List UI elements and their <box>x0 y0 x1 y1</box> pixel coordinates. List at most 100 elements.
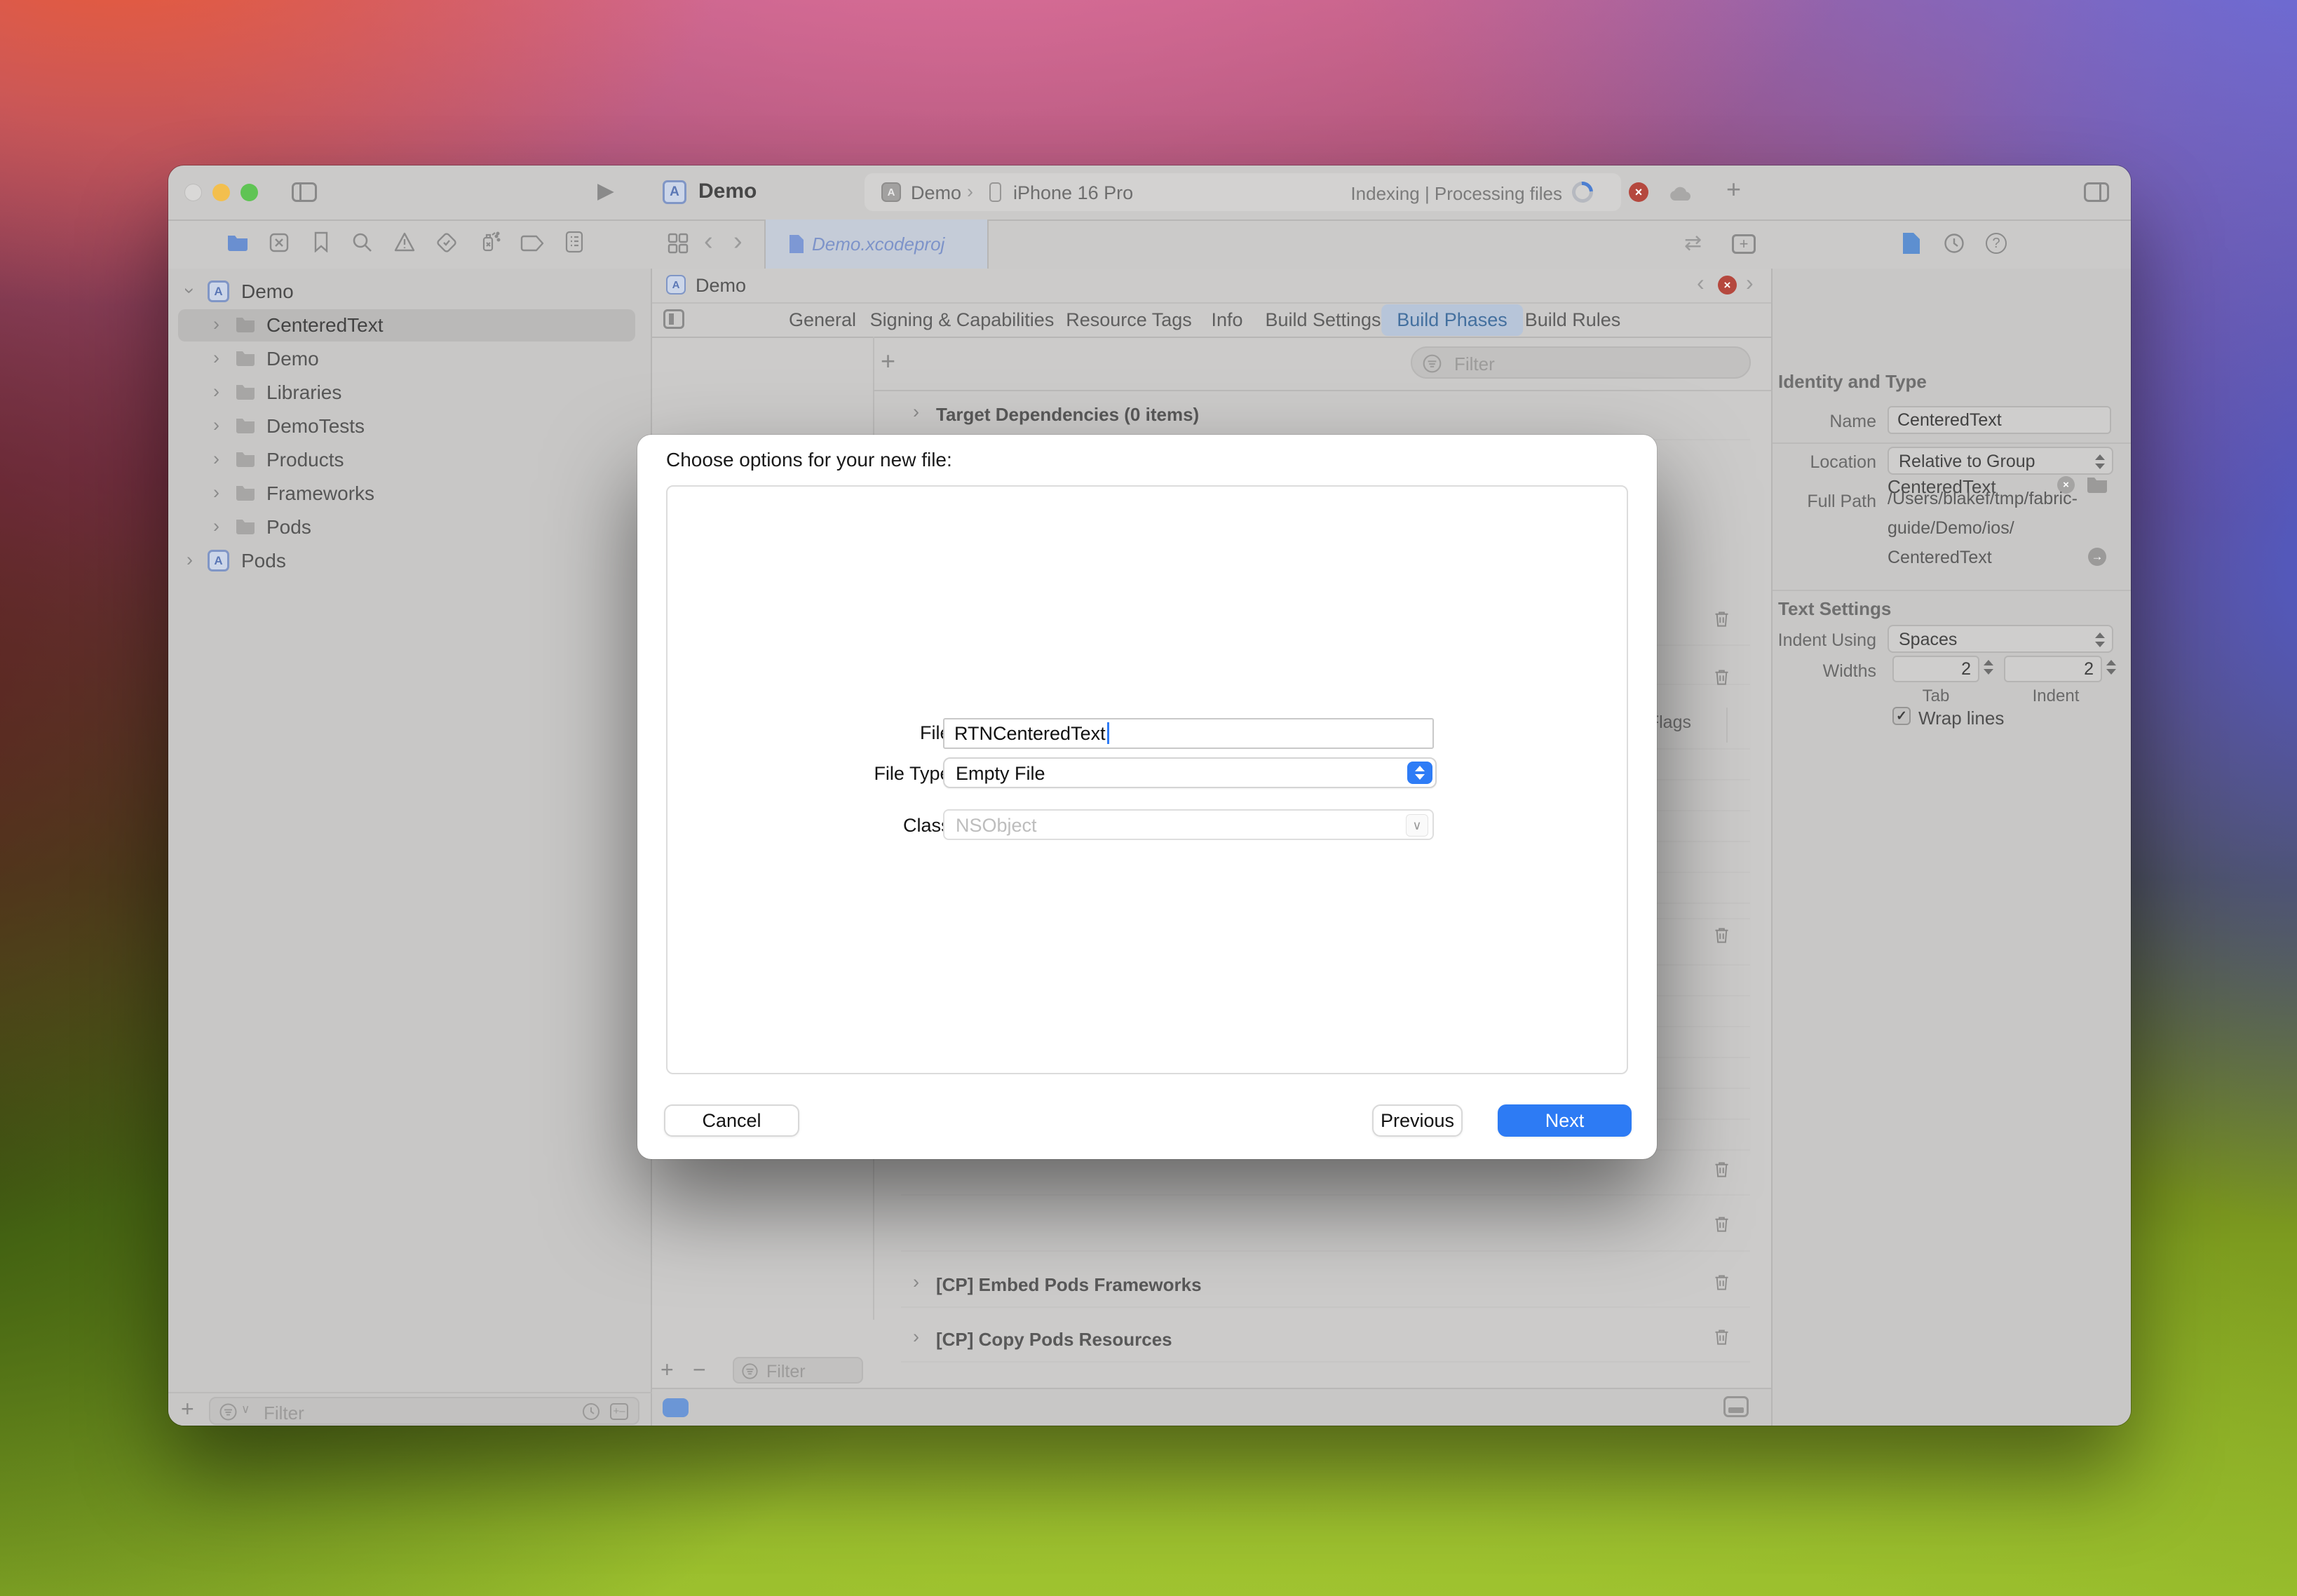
test-navigator-icon[interactable] <box>436 232 457 253</box>
disclosure-icon[interactable]: › <box>213 414 219 436</box>
phase-row-cp-copy-pods[interactable]: › [CP] Copy Pods Resources <box>873 1316 1771 1361</box>
tab-width-field[interactable]: 2 <box>1892 656 1979 682</box>
scheme-target-label[interactable]: Demo <box>911 182 961 204</box>
close-window-button[interactable] <box>184 184 202 201</box>
file-inspector-icon[interactable] <box>1903 233 1920 254</box>
zoom-window-button[interactable] <box>240 184 258 201</box>
file-type-popup[interactable]: Empty File <box>943 757 1437 788</box>
disclosure-icon[interactable]: › <box>913 1271 919 1293</box>
sidebar-item-demo-group[interactable]: › Demo <box>168 343 652 375</box>
sidebar-item-libraries[interactable]: › Libraries <box>168 377 652 409</box>
minimize-window-button[interactable] <box>212 184 230 201</box>
sidebar-item-frameworks[interactable]: › Frameworks <box>168 478 652 510</box>
add-tab-button[interactable]: + <box>1726 175 1741 204</box>
wrap-lines-checkbox[interactable]: ✓ <box>1892 707 1911 725</box>
target-filter-field[interactable]: Filter <box>733 1357 863 1384</box>
tab-build-rules[interactable]: Build Rules <box>1510 304 1637 336</box>
combo-chevron-icon[interactable]: ∨ <box>1406 814 1428 837</box>
jumpbar-error-badge[interactable]: × <box>1718 276 1737 295</box>
delete-phase-icon[interactable] <box>1712 1215 1731 1233</box>
disclosure-icon[interactable]: › <box>913 1326 919 1348</box>
sidebar-item-products[interactable]: › Products <box>168 444 652 476</box>
breakpoint-navigator-icon[interactable] <box>520 235 544 252</box>
delete-phase-icon[interactable] <box>1712 1160 1731 1179</box>
location-popup[interactable]: Relative to Group <box>1888 447 2113 475</box>
toggle-navigator-icon[interactable] <box>292 182 317 202</box>
target-breadcrumb-icon[interactable] <box>663 1398 689 1417</box>
activity-status-text[interactable]: Indexing | Processing files <box>1350 183 1562 205</box>
name-field[interactable]: CenteredText <box>1888 406 2111 434</box>
related-items-icon[interactable] <box>668 233 689 254</box>
delete-phase-icon[interactable] <box>1712 1327 1731 1346</box>
scheme-device-label[interactable]: iPhone 16 Pro <box>1013 182 1133 204</box>
tab-width-stepper[interactable] <box>1984 660 1993 675</box>
issue-navigator-icon[interactable] <box>394 232 415 252</box>
add-build-phase-button[interactable]: + <box>881 346 895 376</box>
recent-files-icon[interactable] <box>582 1402 600 1421</box>
build-phases-filter-field[interactable]: Filter <box>1411 346 1751 379</box>
indent-width-field[interactable]: 2 <box>2004 656 2102 682</box>
indent-width-stepper[interactable] <box>2106 660 2116 675</box>
add-file-button[interactable]: + <box>181 1396 194 1422</box>
find-navigator-icon[interactable] <box>352 232 372 252</box>
cloud-icon[interactable] <box>1669 185 1693 202</box>
tab-build-settings[interactable]: Build Settings <box>1249 304 1396 336</box>
sidebar-item-pods-project[interactable]: › A Pods <box>168 545 652 577</box>
phase-row-cp-embed-pods[interactable]: › [CP] Embed Pods Frameworks <box>873 1262 1771 1306</box>
previous-button[interactable]: Previous <box>1372 1104 1463 1137</box>
choose-folder-icon[interactable] <box>2087 476 2108 493</box>
adjust-editor-icon[interactable] <box>1723 1396 1749 1417</box>
disclosure-icon[interactable]: › <box>187 549 193 571</box>
hide-project-list-icon[interactable] <box>663 309 684 329</box>
file-name-input[interactable]: RTNCenteredText <box>943 718 1434 749</box>
source-control-navigator-icon[interactable] <box>269 233 289 252</box>
delete-phase-icon[interactable] <box>1712 1273 1731 1292</box>
jumpbar-back-icon[interactable]: ‹ <box>1697 270 1705 296</box>
run-button[interactable]: ▶ <box>597 178 614 203</box>
history-inspector-icon[interactable] <box>1944 233 1965 254</box>
next-button[interactable]: Next <box>1498 1104 1632 1137</box>
disclosure-icon[interactable]: › <box>213 448 219 470</box>
phase-row-target-dependencies[interactable]: › Target Dependencies (0 items) <box>873 390 1771 439</box>
sidebar-item-demo-project[interactable]: › A Demo <box>168 276 652 308</box>
disclosure-icon[interactable]: › <box>179 288 201 294</box>
disclosure-icon[interactable]: › <box>213 482 219 503</box>
add-target-button[interactable]: + <box>660 1357 674 1383</box>
swap-editor-icon[interactable]: ⇄ <box>1684 231 1702 255</box>
add-editor-icon[interactable]: + <box>1732 234 1756 254</box>
goto-path-icon[interactable]: → <box>2088 548 2106 566</box>
tab-build-phases[interactable]: Build Phases <box>1381 304 1523 336</box>
tab-signing-capabilities[interactable]: Signing & Capabilities <box>855 304 1070 336</box>
flagged-filter-icon[interactable]: +– <box>610 1403 628 1420</box>
sidebar-item-demotests[interactable]: › DemoTests <box>168 410 652 442</box>
sidebar-item-pods-group[interactable]: › Pods <box>168 511 652 543</box>
toggle-inspector-icon[interactable] <box>2084 182 2109 202</box>
tab-resource-tags[interactable]: Resource Tags <box>1050 304 1207 336</box>
navigator-filter-field[interactable]: ∨ Filter +– <box>209 1397 639 1425</box>
editor-tab[interactable]: Demo.xcodeproj <box>764 219 989 269</box>
go-back-icon[interactable]: ‹ <box>704 226 713 257</box>
class-combobox[interactable]: NSObject ∨ <box>943 809 1434 840</box>
debug-navigator-icon[interactable] <box>478 231 501 253</box>
project-navigator-icon[interactable] <box>227 234 248 251</box>
sidebar-item-centeredtext[interactable]: › CenteredText <box>168 309 652 341</box>
tab-info[interactable]: Info <box>1195 304 1258 336</box>
remove-target-button[interactable]: − <box>693 1357 706 1383</box>
delete-phase-icon[interactable] <box>1712 609 1731 628</box>
delete-phase-icon[interactable] <box>1712 926 1731 945</box>
scheme-and-activity-pill[interactable]: A Demo › iPhone 16 Pro Indexing | Proces… <box>865 173 1621 211</box>
indent-using-popup[interactable]: Spaces <box>1888 625 2113 653</box>
jumpbar-label[interactable]: Demo <box>696 275 746 297</box>
disclosure-icon[interactable]: › <box>213 347 219 369</box>
report-navigator-icon[interactable] <box>565 231 583 253</box>
help-inspector-icon[interactable]: ? <box>1986 233 2007 254</box>
disclosure-icon[interactable]: › <box>213 381 219 403</box>
delete-phase-icon[interactable] <box>1712 668 1731 687</box>
cancel-button[interactable]: Cancel <box>664 1104 799 1137</box>
go-forward-icon[interactable]: › <box>733 226 743 257</box>
disclosure-icon[interactable]: › <box>213 313 219 335</box>
disclosure-icon[interactable]: › <box>913 401 919 423</box>
error-count-badge[interactable]: × <box>1629 182 1648 202</box>
disclosure-icon[interactable]: › <box>213 515 219 537</box>
jumpbar-forward-icon[interactable]: › <box>1746 270 1754 296</box>
